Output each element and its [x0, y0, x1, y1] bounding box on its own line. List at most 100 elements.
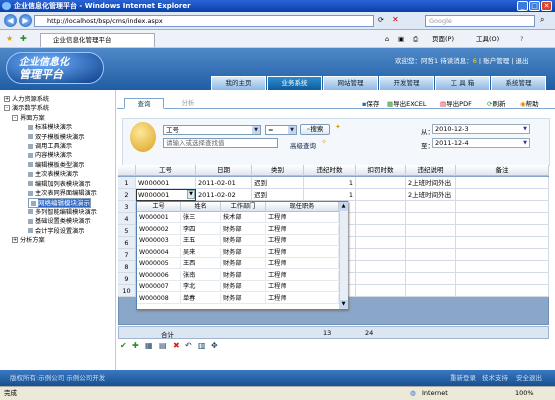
url-input[interactable]: http://localhost/bsp/cms/index.aspx: [34, 15, 374, 27]
scroll-down-icon[interactable]: ▼: [339, 300, 348, 309]
popup-cell[interactable]: 财务部: [221, 293, 266, 304]
expand-icon[interactable]: +: [12, 237, 18, 243]
grid-cell[interactable]: [456, 189, 549, 201]
popup-cell[interactable]: W000004: [137, 247, 181, 258]
popup-cell[interactable]: 工程师: [266, 282, 339, 292]
grid-cell[interactable]: [406, 249, 456, 261]
minimize-button[interactable]: _: [517, 1, 528, 11]
popup-cell[interactable]: 工程师: [266, 247, 339, 258]
popup-cell[interactable]: W000005: [137, 259, 181, 269]
sidebar-item[interactable]: 主次表同界面编辑演示: [28, 189, 97, 198]
cell-dropdown-icon[interactable]: ▼: [187, 190, 195, 199]
sidebar-item[interactable]: 编辑加列表模块演示: [28, 180, 91, 189]
column-header[interactable]: 工号: [136, 165, 196, 176]
popup-cell[interactable]: 李四: [181, 224, 221, 235]
popup-cell[interactable]: W000001: [137, 213, 181, 223]
popup-cell[interactable]: 技术部: [221, 213, 266, 223]
forward-arrow-icon[interactable]: ▶: [19, 14, 32, 27]
popup-cell[interactable]: 李北: [181, 282, 221, 292]
grid-cell[interactable]: 迟到: [252, 189, 304, 201]
back-arrow-icon[interactable]: ◀: [4, 14, 17, 27]
popup-cell[interactable]: 财务部: [221, 236, 266, 246]
collapse-icon[interactable]: -: [12, 114, 18, 121]
expand-icon[interactable]: ✥: [211, 341, 218, 350]
grid-cell[interactable]: [356, 201, 406, 213]
nav-tab-system[interactable]: 系统管理: [491, 76, 546, 90]
nav-tab-website[interactable]: 网站管理: [323, 76, 378, 90]
check-icon[interactable]: ✔: [120, 341, 127, 350]
grid-cell[interactable]: [456, 249, 549, 261]
grid-cell[interactable]: [456, 237, 549, 249]
search-button[interactable]: ⌕搜索: [300, 124, 330, 135]
page-menu[interactable]: 页面(P): [432, 34, 454, 45]
column-header[interactable]: 日期: [196, 165, 252, 176]
popup-scrollbar[interactable]: [339, 202, 348, 309]
tech-support-link[interactable]: 技术支持: [482, 370, 508, 386]
popup-cell[interactable]: 工程师: [266, 236, 339, 246]
maximize-button[interactable]: □: [529, 1, 540, 11]
grid-cell[interactable]: [456, 261, 549, 273]
expand-icon[interactable]: +: [4, 96, 10, 102]
sidebar-item[interactable]: - 演示数学系统: [4, 104, 49, 113]
popup-cell[interactable]: 财务部: [221, 270, 266, 281]
logout-link[interactable]: 退出: [516, 57, 529, 65]
operator-select[interactable]: = ▼: [265, 125, 297, 135]
popup-column-header[interactable]: 工号: [137, 202, 181, 212]
popup-cell[interactable]: 财务部: [221, 282, 266, 292]
sidebar-item[interactable]: 调用工具演示: [28, 142, 72, 151]
column-header[interactable]: 违纪时数: [304, 165, 356, 176]
export-excel-button[interactable]: ▦导出EXCEL: [387, 100, 427, 109]
print-icon[interactable]: ⎙: [413, 34, 418, 45]
grid-cell[interactable]: [456, 213, 549, 225]
popup-cell[interactable]: 王五: [181, 236, 221, 246]
help-button[interactable]: ◉帮助: [520, 100, 539, 109]
grid-icon[interactable]: ▦: [145, 341, 153, 350]
save-button[interactable]: ▪保存: [362, 100, 379, 109]
home-icon[interactable]: ⌂: [385, 34, 389, 45]
sidebar-item[interactable]: 双子模板模块演示: [28, 133, 85, 142]
sidebar-item[interactable]: + 人力资源系统: [4, 95, 49, 104]
popup-cell[interactable]: 单春: [181, 293, 221, 304]
grid-cell[interactable]: 2上班时间外出: [406, 177, 456, 189]
field-select[interactable]: 工号 ▼: [163, 125, 261, 135]
account-link[interactable]: 账户管理: [483, 57, 509, 65]
popup-cell[interactable]: 工程师: [266, 259, 339, 269]
grid-cell[interactable]: [356, 225, 406, 237]
column-header[interactable]: 备注: [456, 165, 549, 176]
sidebar-item[interactable]: 多列智能编辑模块演示: [28, 208, 97, 217]
popup-cell[interactable]: 工程师: [266, 224, 339, 235]
add-favorites-icon[interactable]: ✚: [20, 34, 27, 43]
popup-cell[interactable]: 财务部: [221, 224, 266, 235]
grid-cell[interactable]: [406, 201, 456, 213]
to-date-input[interactable]: 2011-12-4 ▼: [432, 138, 530, 148]
popup-cell[interactable]: 财务部: [221, 259, 266, 269]
columns-icon[interactable]: ▥: [198, 341, 206, 350]
grid-cell[interactable]: [406, 285, 456, 297]
grid-cell[interactable]: [456, 225, 549, 237]
popup-cell[interactable]: 吴来: [181, 247, 221, 258]
scroll-up-icon[interactable]: ▲: [339, 202, 348, 211]
search-icon[interactable]: ⌕: [540, 15, 544, 25]
popup-column-header[interactable]: 工作部门: [221, 202, 266, 212]
popup-cell[interactable]: 财务部: [221, 247, 266, 258]
refresh-button[interactable]: ⟳刷新: [487, 100, 505, 109]
popup-cell[interactable]: W000002: [137, 224, 181, 235]
grid-cell[interactable]: 2上班时间外出: [406, 189, 456, 201]
grid-cell[interactable]: [356, 189, 406, 201]
grid-cell[interactable]: [356, 177, 406, 189]
column-header[interactable]: 扣罚时数: [356, 165, 406, 176]
tab-analysis[interactable]: 分析: [168, 98, 208, 109]
popup-cell[interactable]: W000008: [137, 293, 181, 304]
favorites-star-icon[interactable]: ★: [6, 34, 13, 43]
nav-tab-home[interactable]: 我的主页: [211, 76, 266, 90]
column-header[interactable]: 类别: [252, 165, 304, 176]
sidebar-item[interactable]: 基础设置类模块演示: [28, 217, 91, 226]
feed-icon[interactable]: ▣: [398, 34, 404, 45]
grid-cell[interactable]: [356, 273, 406, 285]
search-input[interactable]: Google: [425, 15, 535, 27]
sidebar-item[interactable]: 内容模块演示: [28, 151, 72, 160]
grid-cell[interactable]: 1: [304, 177, 356, 189]
tools-menu[interactable]: 工具(O): [476, 34, 499, 45]
popup-cell[interactable]: 王西: [181, 259, 221, 269]
sidebar-item[interactable]: 主次表模块演示: [28, 170, 78, 179]
